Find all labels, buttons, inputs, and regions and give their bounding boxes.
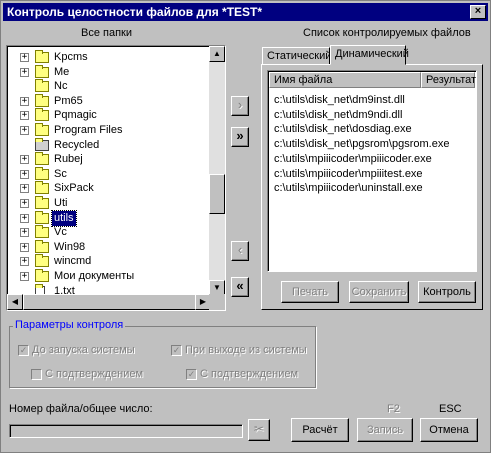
folder-icon <box>35 108 49 122</box>
tree-item-label: utils <box>51 209 77 227</box>
confirm-exit-checkbox[interactable]: ✓ <box>186 369 197 380</box>
folder-icon <box>35 166 49 180</box>
horizontal-scroll-thumb[interactable] <box>23 294 203 310</box>
dynamic-tab-panel: Имя файла Результат c:\utils\disk_net\dm… <box>261 64 483 310</box>
print-button[interactable]: Печать <box>281 281 339 303</box>
confirm-boot-label: С подтверждением <box>45 368 144 380</box>
list-item[interactable]: c:\utils\disk_net\dosdiag.exe <box>274 122 412 136</box>
expand-icon[interactable]: + <box>20 53 29 62</box>
remove-all-files-button[interactable]: « <box>231 277 249 297</box>
esc-hint: ESC <box>439 403 462 415</box>
list-item[interactable]: c:\utils\mpiiicoder\mpiiitest.exe <box>274 167 423 181</box>
tree-item-label: Uti <box>54 197 68 209</box>
tree-item-label: Pqmagic <box>54 109 97 122</box>
folder-icon <box>35 64 49 78</box>
all-folders-heading: Все папки <box>81 27 132 39</box>
folder-icon <box>35 79 49 93</box>
file-counter-label: Номер файла/общее число: <box>9 403 153 415</box>
tab-dynamic[interactable]: Динамический <box>330 45 409 65</box>
list-item[interactable]: c:\utils\mpiiicoder\mpiiicoder.exe <box>274 152 432 166</box>
folder-icon <box>35 196 49 209</box>
expand-icon[interactable]: + <box>20 199 29 208</box>
folder-icon <box>35 123 49 136</box>
window-title: Контроль целостности файлов для *TEST* <box>7 5 263 19</box>
tree-item-label: Мои документы <box>54 270 135 282</box>
expand-icon[interactable]: + <box>20 213 29 223</box>
control-button[interactable]: Контроль <box>418 281 476 303</box>
tree-item-label: Nc <box>54 80 68 93</box>
save-button[interactable]: Сохранить <box>349 281 409 303</box>
confirm-exit-label: С подтверждением <box>200 368 299 380</box>
expand-icon[interactable]: + <box>20 126 29 135</box>
tree-item-label: Vc <box>54 226 67 239</box>
progress-bar <box>9 424 243 438</box>
monitored-files-heading: Список контролируемых файлов <box>303 27 471 39</box>
list-item[interactable]: c:\utils\disk_net\dm9ndi.dll <box>274 108 402 122</box>
scroll-up-icon[interactable]: ▲ <box>209 46 225 62</box>
expand-icon[interactable]: + <box>20 169 29 179</box>
close-button[interactable]: × <box>470 5 486 19</box>
dialog-window: Контроль целостности файлов для *TEST* ×… <box>0 0 491 453</box>
column-header-filename[interactable]: Имя файла <box>269 72 421 88</box>
tree-item-label: Me <box>54 65 70 78</box>
tree-item-label: Program Files <box>54 124 123 136</box>
tree-item-label: Rubej <box>54 153 83 166</box>
on-exit-label: При выходе из системы <box>185 344 307 356</box>
on-boot-checkbox[interactable]: ✓ <box>18 345 29 356</box>
write-button[interactable]: Запись <box>357 418 413 442</box>
tree-item-label: Win98 <box>54 240 86 253</box>
scroll-thumb[interactable] <box>209 174 225 214</box>
tree-vertical-scrollbar[interactable]: ▲ ▼ <box>209 46 225 296</box>
expand-icon[interactable]: + <box>20 184 29 194</box>
control-params-title: Параметры контроля <box>13 319 126 331</box>
confirm-boot-checkbox[interactable] <box>31 369 42 380</box>
folder-icon <box>35 225 49 239</box>
folder-icon <box>35 152 49 166</box>
on-exit-checkbox[interactable]: ✓ <box>171 345 182 356</box>
expand-icon[interactable]: + <box>20 242 29 252</box>
tree-item-label: wincmd <box>54 255 92 268</box>
list-item[interactable]: c:\utils\disk_net\pgsrom\pgsrom.exe <box>274 137 449 151</box>
folder-icon <box>35 239 49 253</box>
folder-icon <box>35 93 49 107</box>
tree-horizontal-scrollbar[interactable]: ◀ ▶ <box>7 294 211 310</box>
folder-icon <box>35 269 49 282</box>
expand-icon[interactable]: + <box>20 228 29 238</box>
expand-icon[interactable]: + <box>20 96 29 106</box>
tree-item-label: Kpcms <box>54 51 88 63</box>
tree-item-label: Recycled <box>54 138 100 151</box>
f2-hint: F2 <box>387 403 400 415</box>
recycle-bin-icon <box>35 137 49 151</box>
folder-icon <box>35 50 49 63</box>
folder-icon <box>35 254 49 268</box>
on-boot-label: До запуска системы <box>32 344 135 356</box>
expand-icon[interactable]: + <box>20 155 29 165</box>
tools-icon[interactable]: ✂ <box>248 419 270 441</box>
cancel-button[interactable]: Отмена <box>420 418 478 442</box>
scroll-corner <box>209 294 225 310</box>
folder-icon <box>35 210 49 224</box>
expand-icon[interactable]: + <box>20 272 29 281</box>
folder-tree[interactable]: + Kpcms + Me Nc + Pm65 + Pqmagic + Program Files Re… <box>6 45 226 311</box>
calculate-button[interactable]: Расчёт <box>291 418 349 442</box>
list-item[interactable]: c:\utils\disk_net\dm9inst.dll <box>274 93 405 107</box>
expand-icon[interactable]: + <box>20 111 29 121</box>
tree-item-label: Pm65 <box>54 94 83 107</box>
folder-icon <box>35 181 49 195</box>
tab-static[interactable]: Статический <box>262 47 331 65</box>
title-bar: Контроль целостности файлов для *TEST* × <box>3 3 488 21</box>
remove-file-button[interactable]: ‹ <box>231 241 249 261</box>
list-item[interactable]: c:\utils\mpiiicoder\uninstall.exe <box>274 181 423 195</box>
expand-icon[interactable]: + <box>20 257 29 267</box>
tree-item-label: SixPack <box>54 182 94 195</box>
scroll-left-icon[interactable]: ◀ <box>7 294 23 310</box>
tree-item-label: Sc <box>54 167 67 180</box>
column-header-result[interactable]: Результат <box>421 72 476 88</box>
add-all-files-button[interactable]: » <box>231 127 249 147</box>
add-file-button[interactable]: › <box>231 96 249 116</box>
monitored-files-list[interactable]: Имя файла Результат c:\utils\disk_net\dm… <box>267 70 477 272</box>
expand-icon[interactable]: + <box>20 67 29 77</box>
